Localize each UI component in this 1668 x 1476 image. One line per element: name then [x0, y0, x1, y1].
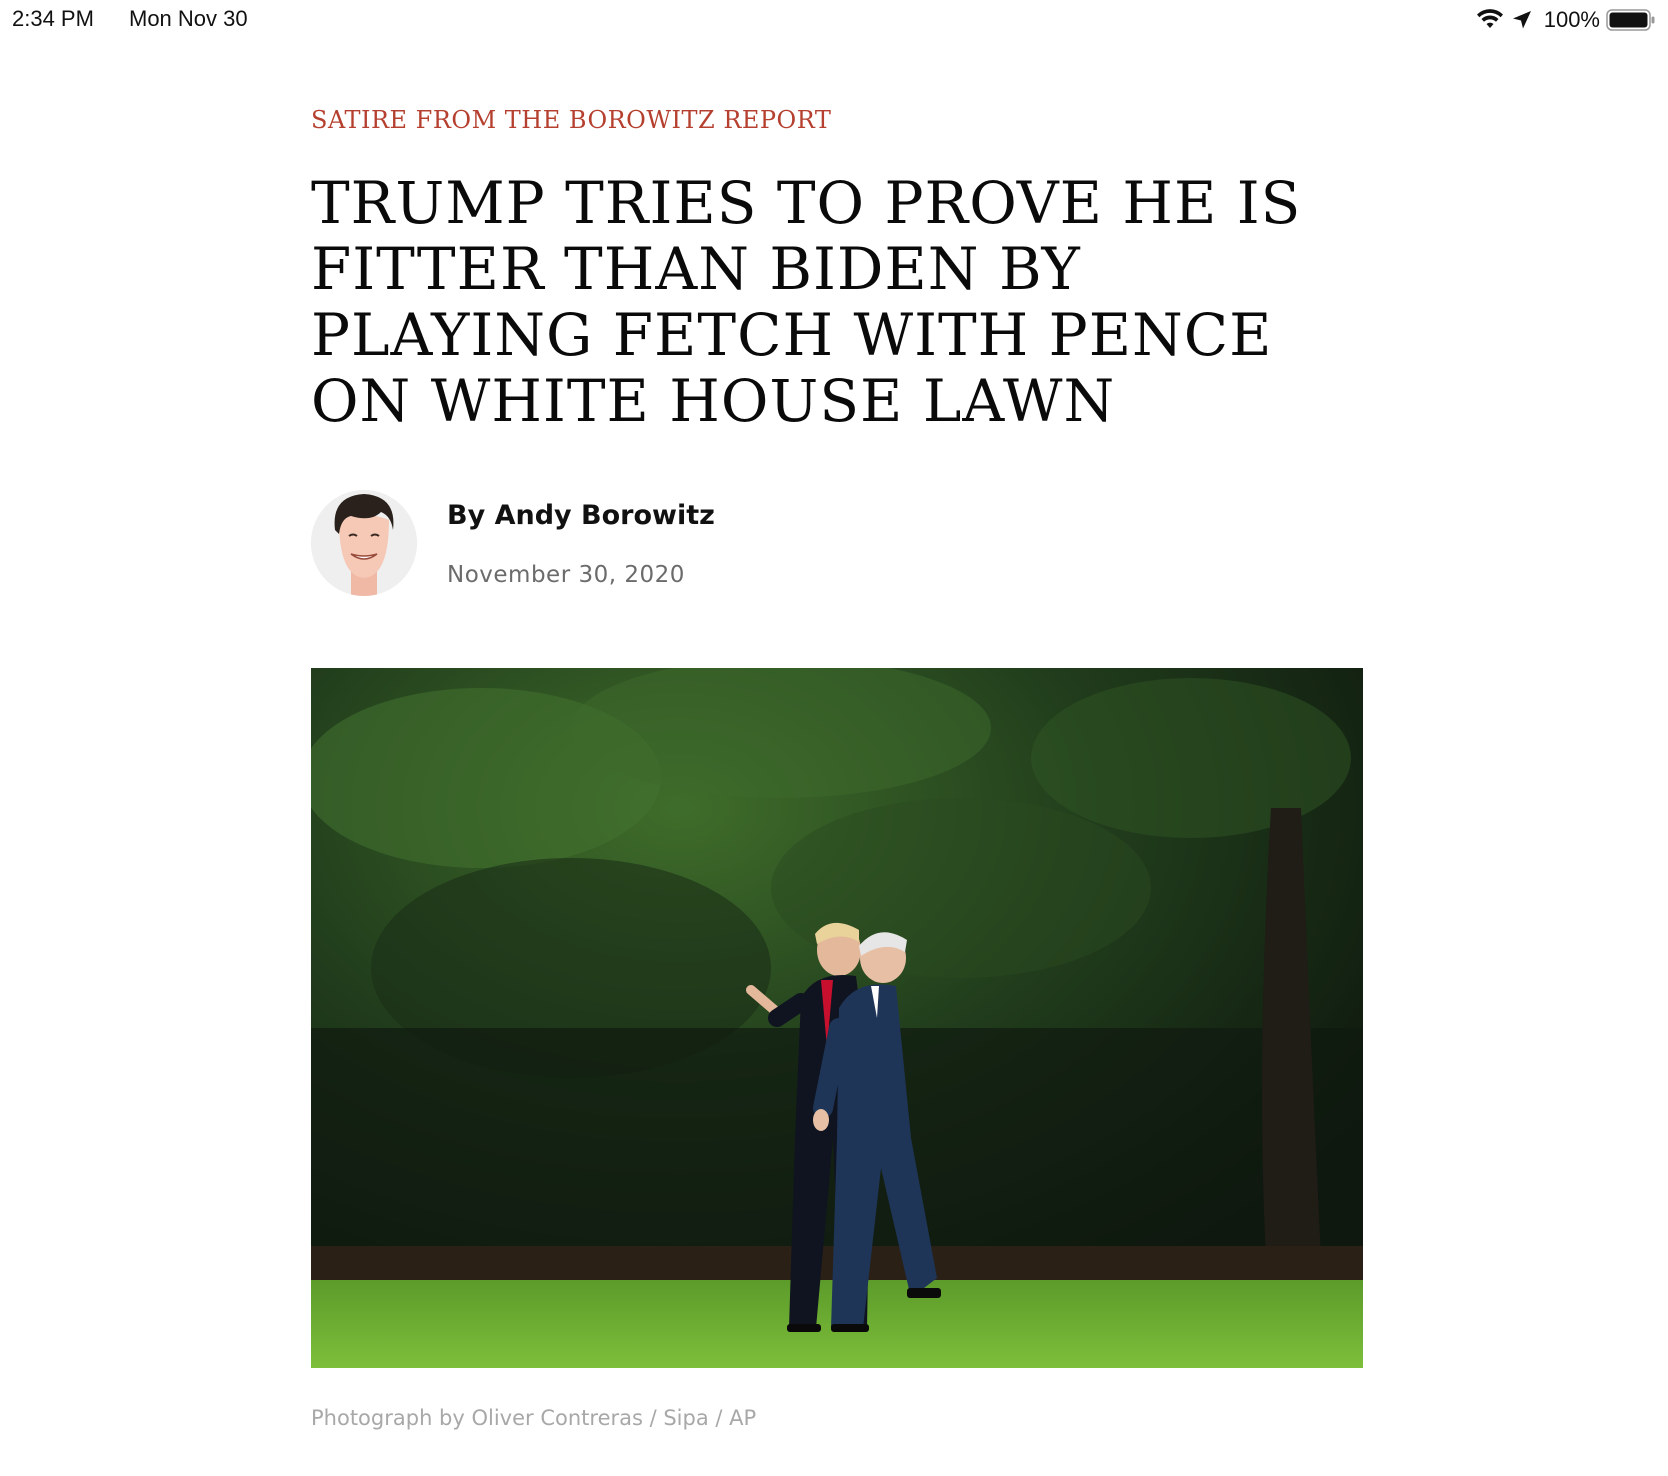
author-avatar[interactable]: [311, 490, 417, 596]
battery-icon: [1606, 8, 1656, 32]
article-header: SATIRE FROM THE BOROWITZ REPORT TRUMP TR…: [311, 100, 1361, 434]
article-headline: TRUMP TRIES TO PROVE HE IS FITTER THAN B…: [311, 169, 1302, 435]
status-bar: 2:34 PM Mon Nov 30 100%: [0, 0, 1668, 40]
article-rubric[interactable]: SATIRE FROM THE BOROWITZ REPORT: [311, 100, 1361, 140]
status-date: Mon Nov 30: [129, 6, 248, 31]
status-right-group: 100%: [1476, 6, 1656, 34]
battery-percentage: 100%: [1543, 7, 1600, 32]
publish-date: November 30, 2020: [447, 562, 685, 588]
location-icon: [1510, 8, 1538, 32]
photo-caption: Photograph by Oliver Contreras / Sipa / …: [311, 1406, 757, 1430]
status-time: 2:34 PM: [12, 6, 94, 31]
author-name[interactable]: By Andy Borowitz: [447, 500, 715, 531]
wifi-icon: [1476, 8, 1504, 32]
lead-photo: [311, 668, 1363, 1368]
byline: By Andy Borowitz November 30, 2020: [311, 490, 1011, 600]
